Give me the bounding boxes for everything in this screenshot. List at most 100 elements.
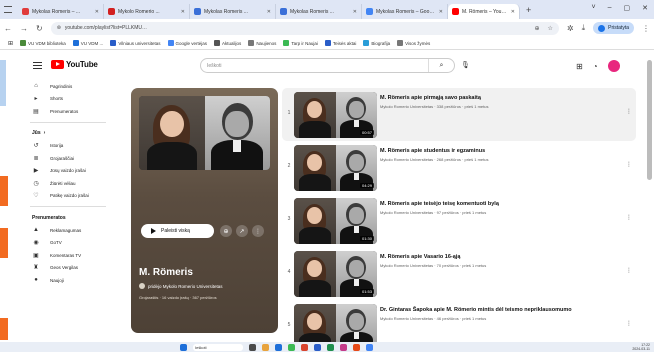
taskbar-clock[interactable]: 17:22 2024-03-11 <box>632 343 650 351</box>
play-all-button[interactable]: Paleisti viską <box>141 224 214 238</box>
browser-menu-icon[interactable]: ⋮ <box>642 24 650 33</box>
bookmark-item[interactable]: Google vertėjas <box>167 40 207 46</box>
playlist-channel[interactable]: pridėjo Mykolo Romerio Universitetas <box>139 283 223 289</box>
bookmark-item[interactable]: Tarp ir Naujai <box>283 40 318 46</box>
more-options-icon[interactable]: ⋮ <box>252 225 264 237</box>
sidebar-item[interactable]: ↺ Istorija <box>26 140 110 153</box>
bookmark-item[interactable]: Visos žymės <box>397 40 430 46</box>
browser-tab[interactable]: Mykolas Romeris ... ✕ <box>190 4 276 19</box>
hamburger-menu-icon[interactable] <box>33 62 42 69</box>
task-view-icon[interactable] <box>249 343 256 351</box>
playlist-video-item[interactable]: 1 00:57 M. Römeris apie pirmąją savo paska… <box>282 88 636 141</box>
bookmark-item[interactable]: VU VDM biblioteka <box>20 40 66 46</box>
video-thumbnail[interactable]: 00:57 <box>294 92 377 138</box>
search-input[interactable]: Ieškoti <box>207 63 221 69</box>
new-tab-button[interactable]: + <box>526 5 531 15</box>
share-icon[interactable]: ↗ <box>236 225 248 237</box>
start-icon[interactable] <box>180 343 187 351</box>
taskbar-app-icon[interactable] <box>340 343 347 351</box>
install-icon[interactable]: ⊕ <box>534 25 539 32</box>
video-title[interactable]: M. Römeris apie Vasario 16-ąją <box>380 254 460 260</box>
tab-list-icon[interactable]: ˅ <box>592 4 596 12</box>
video-more-options-icon[interactable]: ⋮ <box>626 108 632 115</box>
tab-close-icon[interactable]: ✕ <box>511 9 515 15</box>
youtube-logo[interactable]: YouTube <box>51 60 98 69</box>
playlist-video-item[interactable]: 2 04:29 M. Römeris apie studentus ir egzam… <box>282 141 636 194</box>
browser-tab[interactable]: Mykolo Romerio ... ✕ <box>104 4 190 19</box>
taskbar-app-icon[interactable] <box>314 343 321 351</box>
taskbar-app-icon[interactable] <box>262 343 269 351</box>
sidebar-item[interactable]: ♜ Geos Vergilas <box>26 262 110 275</box>
downloads-icon[interactable]: ⤓ <box>582 23 586 33</box>
tab-search-icon[interactable] <box>4 6 12 13</box>
apps-icon[interactable]: ⊞ <box>8 40 13 47</box>
bookmark-item[interactable]: Naujienos <box>248 40 276 46</box>
bookmark-item[interactable]: VU VDM ... <box>72 40 103 46</box>
taskbar-app-icon[interactable] <box>275 343 282 351</box>
playlist-thumbnail[interactable] <box>139 96 270 170</box>
browser-tab[interactable]: Mykolas Romeris – Google ... ✕ <box>362 4 448 19</box>
star-icon[interactable]: ☆ <box>548 25 553 32</box>
browser-tab[interactable]: Mykolas Romeris – ... ✕ <box>18 4 104 19</box>
playlist-video-item[interactable]: 3 01:30 M. Römeris apie teisėjo teisę kome… <box>282 194 636 247</box>
taskbar-app-icon[interactable] <box>353 343 360 351</box>
tab-close-icon[interactable]: ✕ <box>95 9 99 15</box>
sidebar-item[interactable]: ◉ GoTV <box>26 237 110 250</box>
taskbar-app-icon[interactable] <box>301 343 308 351</box>
video-title[interactable]: M. Römeris apie teisėjo teisę komentuoti… <box>380 201 499 207</box>
forward-icon[interactable]: → <box>20 24 28 33</box>
account-avatar[interactable] <box>607 60 620 72</box>
create-icon[interactable]: ⊞ <box>576 62 583 71</box>
browser-tab[interactable]: M. Römeris – YouTube ✕ <box>448 4 520 19</box>
sidebar-item[interactable]: ▲ Reklamagumas <box>26 224 110 237</box>
taskbar-search[interactable]: Ieškoti <box>193 343 243 351</box>
extensions-icon[interactable]: ✲ <box>567 24 574 33</box>
back-icon[interactable]: ← <box>4 24 12 33</box>
bookmark-item[interactable]: Aktualijos <box>214 40 241 46</box>
video-more-options-icon[interactable]: ⋮ <box>626 320 632 327</box>
search-icon[interactable]: ⌕ <box>428 59 454 72</box>
video-thumbnail[interactable]: 01:30 <box>294 198 377 244</box>
sidebar-item[interactable]: ≣ Grojaraščiai <box>26 152 110 165</box>
page-scrollbar[interactable] <box>647 60 652 180</box>
video-title[interactable]: Dr. Gintaras Šapoka apie M. Römerio mint… <box>380 307 572 313</box>
browser-tab[interactable]: Mykolas Romeris ... ✕ <box>276 4 362 19</box>
search-box[interactable]: Ieškoti ⌕ <box>200 58 455 73</box>
playlist-video-item[interactable]: 4 01:53 M. Römeris apie Vasario 16-ąją Myko… <box>282 247 636 300</box>
sidebar-item[interactable]: ♡ Patikę vaizdo įrašai <box>26 190 110 203</box>
reload-icon[interactable]: ↻ <box>36 24 43 33</box>
taskbar-app-icon[interactable] <box>327 343 334 351</box>
sidebar-item[interactable]: ▤ Prenumeratos <box>26 105 110 118</box>
tab-close-icon[interactable]: ✕ <box>353 9 357 15</box>
profile-button[interactable]: Pristatyta <box>593 22 634 34</box>
taskbar-app-icon[interactable] <box>366 343 373 351</box>
url-field[interactable]: ⊜ youtube.com/playlist?list=PLLKMU… ⊕ ☆ <box>50 21 559 35</box>
notifications-bell-icon[interactable]: ◔ <box>593 62 598 71</box>
minimize-icon[interactable]: – <box>608 4 612 12</box>
video-thumbnail[interactable]: 01:53 <box>294 251 377 297</box>
video-title[interactable]: M. Römeris apie pirmąją savo paskaitą <box>380 95 481 101</box>
save-playlist-icon[interactable]: ⊕ <box>220 225 232 237</box>
tab-close-icon[interactable]: ✕ <box>267 9 271 15</box>
site-info-icon[interactable]: ⊜ <box>57 25 61 31</box>
tab-close-icon[interactable]: ✕ <box>181 9 185 15</box>
video-more-options-icon[interactable]: ⋮ <box>626 267 632 274</box>
bookmark-item[interactable]: Vilniaus universitetas <box>110 40 161 46</box>
sidebar-you-heading[interactable]: Jūs › <box>26 127 110 140</box>
tab-close-icon[interactable]: ✕ <box>439 9 443 15</box>
microphone-icon[interactable]: 🎙︎ <box>461 61 470 69</box>
sidebar-item[interactable]: ● Naujoji <box>26 274 110 287</box>
maximize-icon[interactable]: ▢ <box>624 4 631 12</box>
sidebar-item[interactable]: ◷ Žiūrėti vėliau <box>26 177 110 190</box>
sidebar-item[interactable]: ⌂ Pagrindinis <box>26 80 110 93</box>
video-more-options-icon[interactable]: ⋮ <box>626 161 632 168</box>
video-thumbnail[interactable]: 04:29 <box>294 145 377 191</box>
bookmark-item[interactable]: Teisės aktai <box>324 40 356 46</box>
sidebar-item[interactable]: ▶ Jūsų vaizdo įrašai <box>26 165 110 178</box>
video-more-options-icon[interactable]: ⋮ <box>626 214 632 221</box>
video-title[interactable]: M. Römeris apie studentus ir egzaminus <box>380 148 485 154</box>
taskbar-app-icon[interactable] <box>288 343 295 351</box>
bookmark-item[interactable]: Biografija <box>363 40 390 46</box>
sidebar-item[interactable]: ▣ Komentaras TV <box>26 249 110 262</box>
sidebar-item[interactable]: ▸ Shorts <box>26 93 110 106</box>
